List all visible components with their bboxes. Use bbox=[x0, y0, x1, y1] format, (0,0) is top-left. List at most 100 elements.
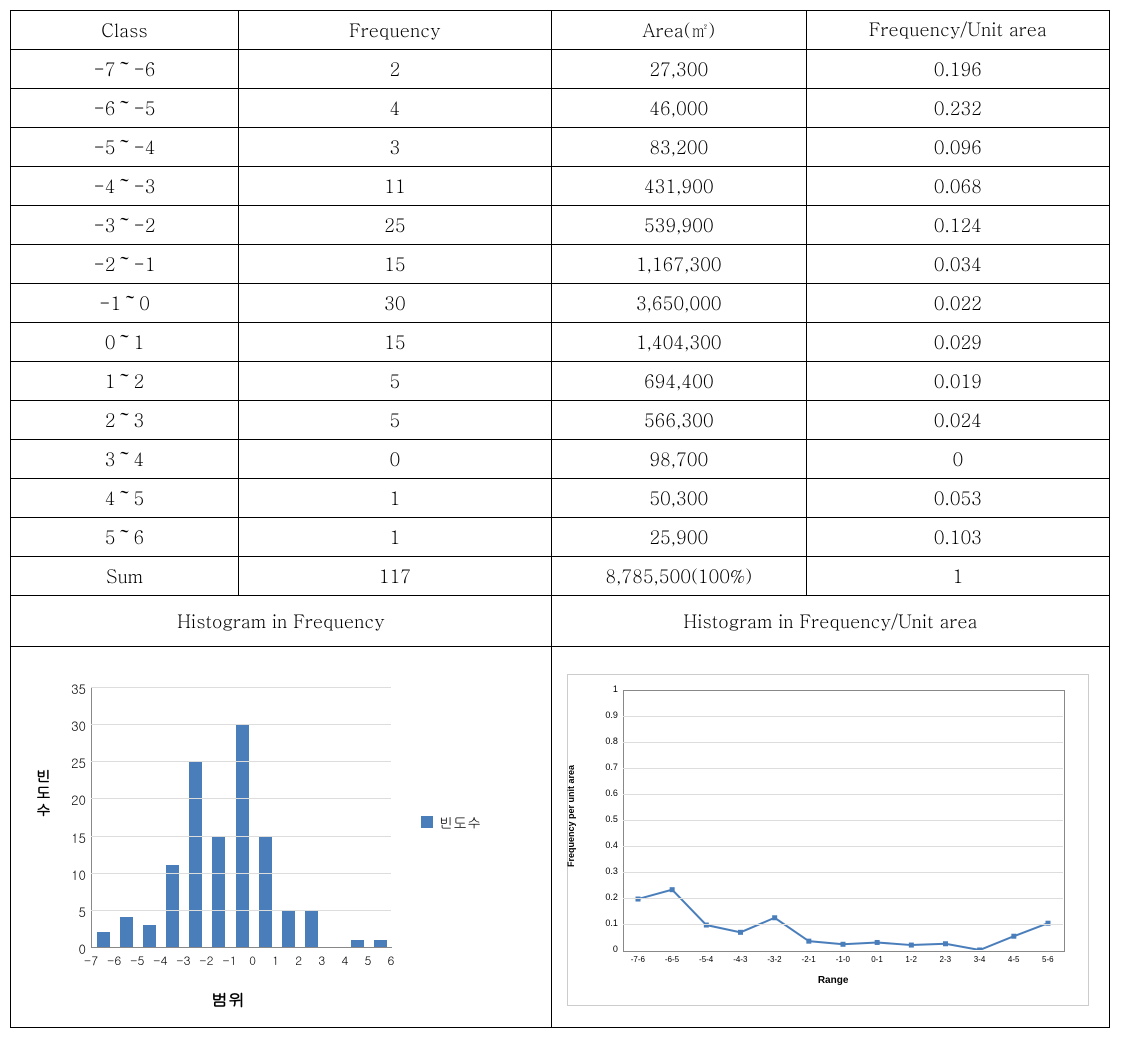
cell-area: 3,650,000 bbox=[551, 284, 806, 323]
subheader-right: Histogram in Frequency/Unit area bbox=[551, 596, 1109, 647]
bar-ytick: 5 bbox=[61, 902, 86, 921]
header-class: Class bbox=[11, 11, 239, 50]
line-xtick: -5-4 bbox=[691, 955, 721, 964]
bar-xtick: -6 bbox=[104, 952, 124, 969]
line-marker bbox=[772, 915, 777, 920]
bar-xtick: 2 bbox=[289, 952, 309, 969]
cell-area: 25,900 bbox=[551, 518, 806, 557]
line-ytick: 0.3 bbox=[598, 866, 618, 876]
bar-xtick: 5 bbox=[358, 952, 378, 969]
data-table: Class Frequency Area(㎡) Frequency/Unit a… bbox=[10, 10, 1110, 1028]
cell-frequency: 1 bbox=[238, 479, 551, 518]
cell-frequency: 4 bbox=[238, 89, 551, 128]
cell-fpa: 0.096 bbox=[806, 128, 1109, 167]
cell-fpa: 0.034 bbox=[806, 245, 1109, 284]
bar bbox=[259, 836, 272, 947]
sum-label: Sum bbox=[11, 557, 239, 596]
subheader-left: Histogram in Frequency bbox=[11, 596, 552, 647]
cell-class: 2～3 bbox=[11, 401, 239, 440]
cell-class: 5～6 bbox=[11, 518, 239, 557]
line-xtick: -7-6 bbox=[623, 955, 653, 964]
cell-frequency: 3 bbox=[238, 128, 551, 167]
line-ylabel: Frequency per unit area bbox=[566, 765, 576, 867]
cell-fpa: 0.124 bbox=[806, 206, 1109, 245]
line-ytick: 0.4 bbox=[598, 840, 618, 850]
bar-ytick: 25 bbox=[61, 753, 86, 772]
cell-fpa: 0.019 bbox=[806, 362, 1109, 401]
line-marker bbox=[669, 887, 674, 892]
line-ytick: 0.1 bbox=[598, 918, 618, 928]
bar bbox=[97, 932, 110, 947]
line-xtick: -2-1 bbox=[794, 955, 824, 964]
bar-legend-swatch bbox=[421, 816, 433, 828]
line-xtick: -6-5 bbox=[657, 955, 687, 964]
line-marker bbox=[1011, 933, 1016, 938]
cell-frequency: 11 bbox=[238, 167, 551, 206]
bar-xtick: -2 bbox=[196, 952, 216, 969]
bar bbox=[212, 836, 225, 947]
cell-fpa: 0.068 bbox=[806, 167, 1109, 206]
bar-ytick: 35 bbox=[61, 679, 86, 698]
cell-area: 566,300 bbox=[551, 401, 806, 440]
line-ytick: 0.9 bbox=[598, 710, 618, 720]
cell-fpa: 0 bbox=[806, 440, 1109, 479]
cell-area: 431,900 bbox=[551, 167, 806, 206]
cell-fpa: 0.196 bbox=[806, 50, 1109, 89]
cell-class: 1～2 bbox=[11, 362, 239, 401]
line-xtick: 2-3 bbox=[930, 955, 960, 964]
line-xtick: 1-2 bbox=[896, 955, 926, 964]
cell-class: -1～0 bbox=[11, 284, 239, 323]
bar-xtick: 0 bbox=[243, 952, 263, 969]
line-xtick: -1-0 bbox=[828, 955, 858, 964]
bar bbox=[305, 910, 318, 947]
line-xtick: 3-4 bbox=[964, 955, 994, 964]
bar-xtick: -7 bbox=[81, 952, 101, 969]
bar-ylabel: 빈도수 bbox=[33, 767, 54, 818]
table-row: 3～4098,7000 bbox=[11, 440, 1110, 479]
line-ytick: 0.2 bbox=[598, 892, 618, 902]
bar-legend-label: 빈도수 bbox=[439, 812, 481, 832]
table-row: -5～-4383,2000.096 bbox=[11, 128, 1110, 167]
cell-area: 98,700 bbox=[551, 440, 806, 479]
cell-fpa: 0.024 bbox=[806, 401, 1109, 440]
line-ytick: 0.6 bbox=[598, 788, 618, 798]
cell-fpa: 0.103 bbox=[806, 518, 1109, 557]
cell-frequency: 30 bbox=[238, 284, 551, 323]
table-row: 0～1151,404,3000.029 bbox=[11, 323, 1110, 362]
cell-class: -2～-1 bbox=[11, 245, 239, 284]
line-marker bbox=[943, 941, 948, 946]
table-row: -4～-311431,9000.068 bbox=[11, 167, 1110, 206]
bar-ytick: 20 bbox=[61, 790, 86, 809]
header-area: Area(㎡) bbox=[551, 11, 806, 50]
table-row: -1～0303,650,0000.022 bbox=[11, 284, 1110, 323]
table-row: -7～-6227,3000.196 bbox=[11, 50, 1110, 89]
header-fpa: Frequency/Unit area bbox=[806, 11, 1109, 50]
cell-area: 539,900 bbox=[551, 206, 806, 245]
cell-class: -3～-2 bbox=[11, 206, 239, 245]
cell-area: 1,167,300 bbox=[551, 245, 806, 284]
bar bbox=[189, 761, 202, 947]
line-ytick: 1 bbox=[598, 684, 618, 694]
bar bbox=[120, 917, 133, 947]
cell-frequency: 25 bbox=[238, 206, 551, 245]
bar-chart-cell: 빈도수 범위 빈도수 05101520253035-7-6-5-4-3-2-10… bbox=[11, 647, 552, 1028]
header-frequency: Frequency bbox=[238, 11, 551, 50]
line-xlabel: Range bbox=[818, 975, 849, 986]
cell-frequency: 2 bbox=[238, 50, 551, 89]
cell-class: 0～1 bbox=[11, 323, 239, 362]
cell-class: -6～-5 bbox=[11, 89, 239, 128]
cell-class: 4～5 bbox=[11, 479, 239, 518]
line-marker bbox=[874, 939, 879, 944]
cell-class: 3～4 bbox=[11, 440, 239, 479]
line-xtick: 0-1 bbox=[862, 955, 892, 964]
cell-class: -7～-6 bbox=[11, 50, 239, 89]
cell-fpa: 0.053 bbox=[806, 479, 1109, 518]
cell-frequency: 5 bbox=[238, 362, 551, 401]
cell-area: 1,404,300 bbox=[551, 323, 806, 362]
line-marker bbox=[977, 947, 982, 950]
bar-xtick: 1 bbox=[266, 952, 286, 969]
cell-frequency: 15 bbox=[238, 245, 551, 284]
bar-xtick: 4 bbox=[335, 952, 355, 969]
cell-fpa: 0.022 bbox=[806, 284, 1109, 323]
table-row: -2～-1151,167,3000.034 bbox=[11, 245, 1110, 284]
